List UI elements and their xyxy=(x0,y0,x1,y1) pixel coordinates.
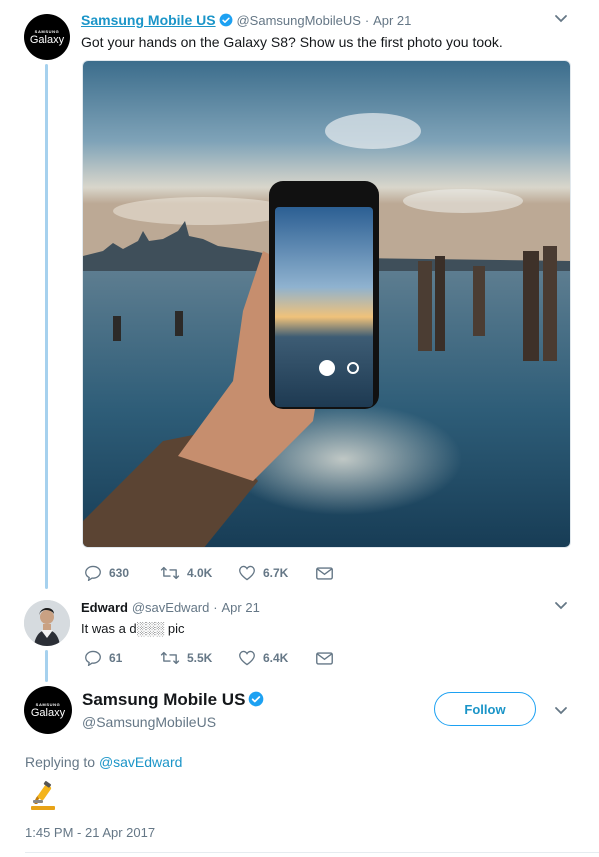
tweet-actions: 630 4.0K 6.7K xyxy=(84,565,333,581)
like-count: 6.4K xyxy=(263,651,289,665)
like-count: 6.7K xyxy=(263,566,289,580)
thread-line xyxy=(45,650,48,682)
verified-icon xyxy=(249,691,264,707)
reply-count: 61 xyxy=(109,651,123,665)
chevron-down-icon[interactable] xyxy=(554,706,568,716)
tweet-timestamp[interactable]: 1:45 PM - 21 Apr 2017 xyxy=(25,825,155,840)
tweet-header: Edward @savEdward · Apr 21 xyxy=(81,599,260,615)
reply-icon xyxy=(85,565,101,581)
tweet-date[interactable]: Apr 21 xyxy=(373,13,411,28)
photo-image xyxy=(83,61,570,547)
thread-line xyxy=(45,64,48,589)
reply-icon xyxy=(85,650,101,666)
author-handle[interactable]: @savEdward xyxy=(132,600,210,615)
avatar-brand: Galaxy xyxy=(30,706,66,719)
like-button[interactable]: 6.4K xyxy=(238,650,316,666)
microscope-icon xyxy=(31,781,55,810)
like-button[interactable]: 6.7K xyxy=(238,565,316,581)
replying-to-handle[interactable]: @savEdward xyxy=(99,754,182,770)
chevron-down-icon[interactable] xyxy=(554,14,568,24)
follow-button[interactable]: Follow xyxy=(434,692,536,726)
author-name[interactable]: Samsung Mobile US xyxy=(81,12,216,28)
retweet-button[interactable]: 5.5K xyxy=(160,651,238,665)
tweet-photo[interactable] xyxy=(82,60,571,548)
author-handle[interactable]: @SamsungMobileUS xyxy=(236,13,360,28)
envelope-icon xyxy=(316,566,333,580)
heart-icon xyxy=(239,650,255,666)
tweet-date[interactable]: Apr 21 xyxy=(222,600,260,615)
separator: · xyxy=(213,600,218,615)
avatar-image xyxy=(24,600,70,646)
reply-count: 630 xyxy=(109,566,130,580)
heart-icon xyxy=(239,565,255,581)
retweet-icon xyxy=(160,566,180,580)
envelope-icon xyxy=(316,651,333,665)
chevron-down-icon[interactable] xyxy=(554,601,568,611)
retweet-count: 5.5K xyxy=(187,651,213,665)
author-name[interactable]: Edward xyxy=(81,600,128,615)
avatar-brand: Galaxy xyxy=(29,33,65,46)
verified-icon xyxy=(219,13,232,27)
message-button[interactable] xyxy=(316,566,333,580)
replying-to: Replying to @savEdward xyxy=(25,754,182,770)
tweet-header: Samsung Mobile US @SamsungMobileUS · Apr… xyxy=(81,12,411,28)
retweet-icon xyxy=(160,651,180,665)
retweet-button[interactable]: 4.0K xyxy=(160,566,238,580)
tweet-text: It was a d░░░ pic xyxy=(81,621,185,636)
message-button[interactable] xyxy=(316,651,333,665)
divider xyxy=(25,852,599,853)
replying-to-label: Replying to xyxy=(25,754,96,770)
reply-button[interactable]: 61 xyxy=(84,650,160,666)
tweet-actions: 61 5.5K 6.4K xyxy=(84,650,333,666)
avatar[interactable]: SAMSUNG Galaxy xyxy=(24,686,72,734)
tweet-text: Got your hands on the Galaxy S8? Show us… xyxy=(81,34,503,50)
reply-button[interactable]: 630 xyxy=(84,565,160,581)
author-handle[interactable]: @SamsungMobileUS xyxy=(82,714,216,730)
author-name-text: Samsung Mobile US xyxy=(82,690,246,709)
retweet-count: 4.0K xyxy=(187,566,213,580)
avatar[interactable]: SAMSUNG Galaxy xyxy=(24,14,70,60)
author-name[interactable]: Samsung Mobile US xyxy=(82,690,264,710)
separator: · xyxy=(364,13,370,28)
avatar[interactable] xyxy=(24,600,70,646)
